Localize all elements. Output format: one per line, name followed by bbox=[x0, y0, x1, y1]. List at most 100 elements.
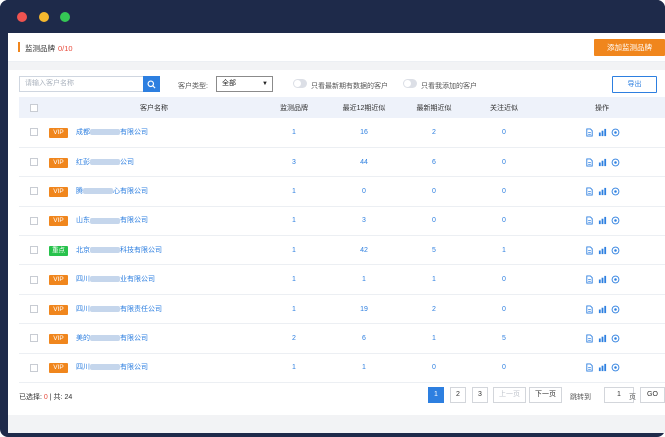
latest-cell[interactable]: 2 bbox=[399, 118, 469, 147]
latest-cell[interactable]: 0 bbox=[399, 177, 469, 206]
brand-count-cell[interactable]: 2 bbox=[259, 324, 329, 353]
monitor-icon[interactable] bbox=[611, 246, 620, 255]
document-icon[interactable] bbox=[585, 334, 594, 343]
document-icon[interactable] bbox=[585, 216, 594, 225]
focus-cell[interactable]: 0 bbox=[469, 206, 539, 235]
chart-icon[interactable] bbox=[598, 216, 607, 225]
customer-name-link[interactable]: 四川 业有限公司 bbox=[76, 276, 155, 283]
chart-icon[interactable] bbox=[598, 275, 607, 284]
customer-name-link[interactable]: 腾心有限公司 bbox=[76, 188, 148, 195]
brand-count-cell[interactable]: 1 bbox=[259, 265, 329, 294]
close-window-button[interactable] bbox=[17, 12, 27, 22]
recent12-cell[interactable]: 6 bbox=[329, 324, 399, 353]
next-page-button[interactable]: 下一页 bbox=[529, 387, 562, 403]
focus-cell[interactable]: 0 bbox=[469, 353, 539, 382]
focus-cell[interactable]: 0 bbox=[469, 177, 539, 206]
customer-search-input[interactable]: 请输入客户名称 bbox=[19, 76, 143, 92]
focus-cell[interactable]: 0 bbox=[469, 294, 539, 323]
document-icon[interactable] bbox=[585, 275, 594, 284]
brand-count-cell[interactable]: 1 bbox=[259, 353, 329, 382]
recent12-cell[interactable]: 1 bbox=[329, 353, 399, 382]
minimize-window-button[interactable] bbox=[39, 12, 49, 22]
brand-count-cell[interactable]: 3 bbox=[259, 147, 329, 176]
customer-name-link[interactable]: 北京 科技有限公司 bbox=[76, 247, 162, 254]
brand-count-cell[interactable]: 1 bbox=[259, 118, 329, 147]
col-header-focus: 关注近似 bbox=[490, 104, 518, 112]
chart-icon[interactable] bbox=[598, 334, 607, 343]
focus-cell[interactable]: 0 bbox=[469, 265, 539, 294]
recent12-cell[interactable]: 1 bbox=[329, 265, 399, 294]
recent12-cell[interactable]: 3 bbox=[329, 206, 399, 235]
recent12-cell[interactable]: 0 bbox=[329, 177, 399, 206]
brand-count-cell[interactable]: 1 bbox=[259, 206, 329, 235]
document-icon[interactable] bbox=[585, 246, 594, 255]
customer-name-link[interactable]: 成都 有限公司 bbox=[76, 129, 148, 136]
recent12-cell[interactable]: 42 bbox=[329, 236, 399, 265]
row-checkbox[interactable] bbox=[30, 246, 38, 255]
brand-count-cell[interactable]: 1 bbox=[259, 236, 329, 265]
recent12-cell[interactable]: 16 bbox=[329, 118, 399, 147]
focus-cell[interactable]: 0 bbox=[469, 118, 539, 147]
chart-icon[interactable] bbox=[598, 187, 607, 196]
row-checkbox[interactable] bbox=[30, 158, 38, 167]
page-2-button[interactable]: 2 bbox=[450, 387, 466, 403]
document-icon[interactable] bbox=[585, 187, 594, 196]
document-icon[interactable] bbox=[585, 363, 594, 372]
chart-icon[interactable] bbox=[598, 246, 607, 255]
row-checkbox[interactable] bbox=[30, 305, 38, 314]
row-checkbox[interactable] bbox=[30, 363, 38, 372]
customer-name-link[interactable]: 四川 有限公司 bbox=[76, 364, 148, 371]
customer-name-link[interactable]: 美的 有限公司 bbox=[76, 335, 148, 342]
chart-icon[interactable] bbox=[598, 158, 607, 167]
latest-cell[interactable]: 5 bbox=[399, 236, 469, 265]
focus-cell[interactable]: 0 bbox=[469, 147, 539, 176]
brand-count-cell[interactable]: 1 bbox=[259, 294, 329, 323]
focus-cell[interactable]: 5 bbox=[469, 324, 539, 353]
chart-icon[interactable] bbox=[598, 128, 607, 137]
monitor-icon[interactable] bbox=[611, 275, 620, 284]
add-brand-button[interactable]: 添加监测品牌 bbox=[594, 39, 665, 56]
monitor-icon[interactable] bbox=[611, 158, 620, 167]
chart-icon[interactable] bbox=[598, 305, 607, 314]
document-icon[interactable] bbox=[585, 128, 594, 137]
monitor-icon[interactable] bbox=[611, 363, 620, 372]
row-checkbox[interactable] bbox=[30, 187, 38, 196]
latest-cell[interactable]: 1 bbox=[399, 265, 469, 294]
latest-data-toggle[interactable] bbox=[293, 79, 307, 88]
select-all-checkbox[interactable] bbox=[30, 103, 38, 112]
export-button[interactable]: 导出 bbox=[612, 76, 657, 93]
document-icon[interactable] bbox=[585, 158, 594, 167]
latest-cell[interactable]: 2 bbox=[399, 294, 469, 323]
my-customers-toggle[interactable] bbox=[403, 79, 417, 88]
monitor-icon[interactable] bbox=[611, 216, 620, 225]
row-checkbox[interactable] bbox=[30, 128, 38, 137]
monitor-icon[interactable] bbox=[611, 128, 620, 137]
document-icon[interactable] bbox=[585, 304, 594, 314]
customer-name-link[interactable]: 四川 有限责任公司 bbox=[76, 306, 162, 313]
go-button[interactable]: GO bbox=[640, 387, 665, 403]
customer-name-link[interactable]: 红彭 公司 bbox=[76, 159, 134, 166]
monitor-icon[interactable] bbox=[611, 187, 620, 196]
latest-cell[interactable]: 0 bbox=[399, 206, 469, 235]
focus-cell[interactable]: 1 bbox=[469, 236, 539, 265]
brand-count-cell[interactable]: 1 bbox=[259, 177, 329, 206]
maximize-window-button[interactable] bbox=[60, 12, 70, 22]
latest-cell[interactable]: 1 bbox=[399, 324, 469, 353]
recent12-cell[interactable]: 19 bbox=[329, 294, 399, 323]
row-checkbox[interactable] bbox=[30, 275, 38, 284]
latest-cell[interactable]: 6 bbox=[399, 147, 469, 176]
chart-icon[interactable] bbox=[598, 363, 607, 372]
row-checkbox[interactable] bbox=[30, 334, 38, 343]
page-3-button[interactable]: 3 bbox=[472, 387, 488, 403]
recent12-cell[interactable]: 44 bbox=[329, 147, 399, 176]
monitor-icon[interactable] bbox=[611, 334, 620, 343]
table-header-row: 客户名称 监测品牌 最近12期近似 最新期近似 关注近似 操作 bbox=[19, 97, 665, 118]
customer-type-select[interactable]: 全部 ▼ bbox=[216, 76, 273, 92]
monitor-icon[interactable] bbox=[611, 305, 620, 314]
customer-name-link[interactable]: 山东 有限公司 bbox=[76, 217, 148, 224]
prev-page-button[interactable]: 上一页 bbox=[493, 387, 526, 403]
page-1-button[interactable]: 1 bbox=[428, 387, 444, 403]
latest-cell[interactable]: 0 bbox=[399, 353, 469, 382]
search-button[interactable] bbox=[143, 76, 160, 92]
row-checkbox[interactable] bbox=[30, 216, 38, 225]
